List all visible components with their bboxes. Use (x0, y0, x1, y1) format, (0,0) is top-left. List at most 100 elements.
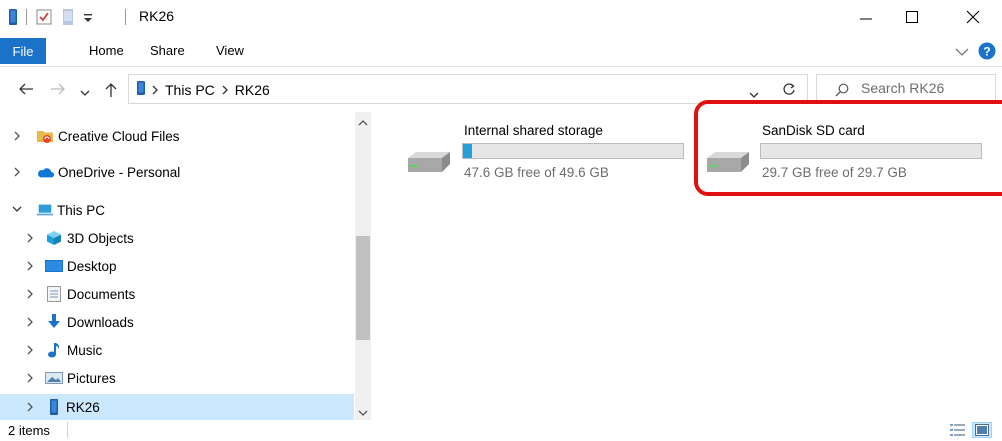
drive-free-space: 47.6 GB free of 49.6 GB (464, 165, 609, 180)
expand-ribbon-icon[interactable] (955, 45, 969, 60)
chevron-right-icon[interactable] (24, 372, 36, 384)
nav-item-label: RK26 (66, 399, 100, 415)
forward-button[interactable] (50, 82, 66, 99)
maximize-button[interactable] (889, 0, 935, 34)
close-button[interactable] (950, 0, 996, 34)
chevron-right-icon[interactable] (24, 316, 36, 328)
breadcrumb-separator-icon[interactable] (151, 82, 159, 98)
refresh-icon (782, 83, 795, 95)
customize-toolbar-icon[interactable] (83, 10, 93, 27)
help-icon[interactable]: ? (978, 42, 996, 63)
nav-item-creative-cloud-files[interactable]: Creative Cloud Files (0, 123, 354, 149)
up-button[interactable] (104, 82, 118, 101)
properties-icon[interactable] (36, 9, 52, 28)
details-view-button[interactable] (948, 422, 968, 438)
chevron-right-icon[interactable] (24, 288, 36, 300)
chevron-right-icon[interactable] (24, 232, 36, 244)
pictures-icon (45, 369, 63, 387)
close-icon (966, 10, 980, 24)
breadcrumb-separator-icon[interactable] (221, 82, 229, 98)
ribbon-tabs: File Home Share View ? (0, 38, 1002, 64)
device-icon (45, 398, 63, 416)
chevron-right-icon[interactable] (24, 401, 36, 413)
search-box[interactable] (816, 74, 996, 104)
chevron-down-icon (749, 92, 759, 98)
onedrive-cloud-icon (36, 163, 54, 181)
address-row: This PC RK26 (0, 66, 1002, 112)
3d-objects-icon (45, 229, 63, 247)
this-pc-icon (36, 201, 54, 219)
chevron-right-icon[interactable] (11, 166, 23, 178)
nav-item-this-pc[interactable]: This PC (0, 197, 354, 223)
item-count: 2 items (8, 423, 50, 438)
nav-item-music[interactable]: Music (0, 337, 354, 363)
drive-icon (703, 150, 753, 179)
music-icon (45, 341, 63, 359)
title-bar: RK26 (0, 0, 1002, 34)
desktop-icon (45, 257, 63, 275)
forward-arrow-icon (51, 83, 65, 95)
nav-scrollbar[interactable] (355, 112, 371, 420)
minimize-button[interactable] (843, 0, 889, 34)
large-icons-view-icon (975, 424, 989, 436)
large-icons-view-button[interactable] (972, 422, 992, 438)
downloads-icon (45, 313, 63, 331)
nav-item-label: 3D Objects (67, 230, 134, 246)
creative-cloud-folder-icon (36, 127, 54, 145)
divider (26, 9, 27, 25)
tab-share[interactable]: Share (150, 43, 185, 58)
tab-view[interactable]: View (216, 43, 244, 58)
up-arrow-icon (105, 83, 117, 97)
nav-item-label: Downloads (67, 314, 134, 330)
tab-file[interactable]: File (0, 38, 46, 64)
chevron-down-icon (80, 90, 90, 96)
tab-home[interactable]: Home (89, 43, 124, 58)
address-history-dropdown[interactable] (749, 88, 759, 103)
chevron-right-icon[interactable] (11, 130, 23, 142)
scroll-down-icon[interactable] (358, 405, 368, 420)
drive-name: SanDisk SD card (762, 123, 865, 138)
nav-item-label: Music (67, 342, 103, 358)
documents-icon (45, 285, 63, 303)
nav-item-desktop[interactable]: Desktop (0, 253, 354, 279)
device-icon (137, 81, 145, 98)
back-arrow-icon (19, 83, 33, 95)
nav-item-3d-objects[interactable]: 3D Objects (0, 225, 354, 251)
drive-usage-bar (462, 143, 684, 159)
nav-item-label: Creative Cloud Files (58, 128, 180, 144)
scroll-up-icon[interactable] (358, 115, 368, 130)
nav-item-label: This PC (57, 202, 106, 218)
drive-icon (404, 150, 454, 179)
nav-item-documents[interactable]: Documents (0, 281, 354, 307)
refresh-button[interactable] (770, 74, 808, 104)
minimize-icon (860, 18, 872, 20)
search-input[interactable] (861, 80, 991, 96)
svg-text:?: ? (983, 45, 990, 59)
new-folder-icon[interactable] (62, 9, 74, 28)
breadcrumb-this-pc[interactable]: This PC (165, 82, 215, 98)
scrollbar-thumb[interactable] (356, 236, 370, 340)
nav-item-rk26[interactable]: RK26 (0, 394, 354, 420)
chevron-right-icon[interactable] (24, 260, 36, 272)
address-bar[interactable]: This PC RK26 (128, 74, 808, 104)
nav-item-pictures[interactable]: Pictures (0, 365, 354, 391)
status-bar: 2 items (0, 420, 1002, 441)
divider (67, 422, 68, 438)
drive-name: Internal shared storage (464, 123, 603, 138)
drive-free-space: 29.7 GB free of 29.7 GB (762, 165, 907, 180)
search-icon (835, 83, 849, 97)
back-button[interactable] (18, 82, 34, 99)
details-view-icon (950, 424, 965, 436)
recent-locations-button[interactable] (80, 86, 90, 101)
drive-usage-bar (760, 143, 982, 159)
drive-usage-fill (463, 144, 472, 158)
breadcrumb-rk26[interactable]: RK26 (235, 82, 270, 98)
nav-item-label: Desktop (67, 258, 117, 274)
chevron-down-icon[interactable] (11, 204, 23, 216)
nav-item-onedrive[interactable]: OneDrive - Personal (0, 159, 354, 185)
nav-item-downloads[interactable]: Downloads (0, 309, 354, 335)
device-icon[interactable] (8, 9, 18, 28)
chevron-right-icon[interactable] (24, 344, 36, 356)
nav-item-label: Pictures (67, 370, 116, 386)
nav-item-label: Documents (67, 286, 136, 302)
